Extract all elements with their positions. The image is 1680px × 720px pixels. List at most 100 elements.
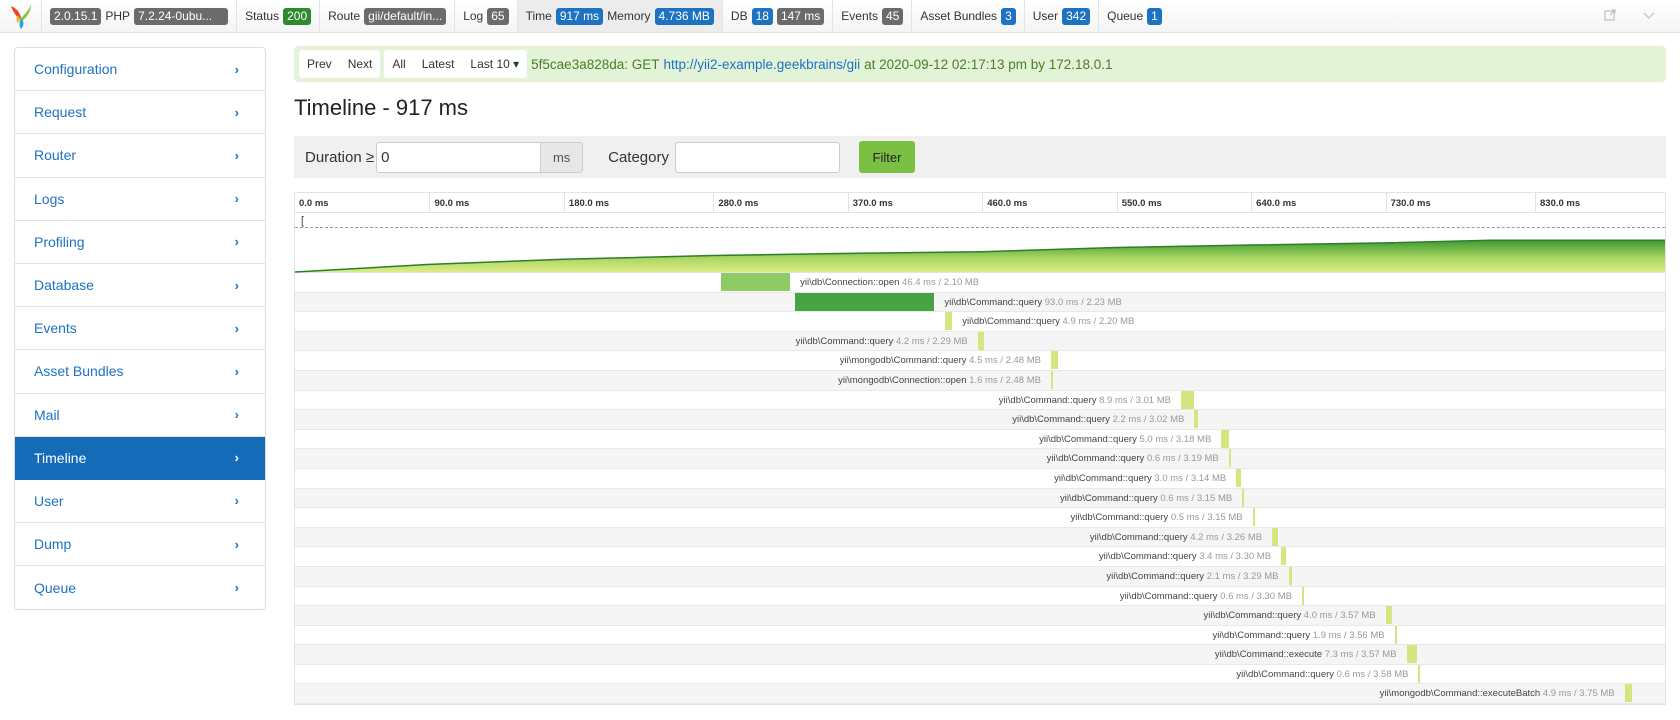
all-button[interactable]: All [384, 50, 413, 78]
sidebar-item-logs[interactable]: Logs › [15, 178, 265, 221]
row-separator: / [1141, 414, 1149, 426]
timeline-bar[interactable] [795, 292, 935, 311]
timeline-bar[interactable] [1301, 586, 1304, 605]
timeline-row[interactable]: yii\db\Command::execute 7.3 ms / 3.57 MB [295, 645, 1665, 665]
timeline-row[interactable]: yii\mongodb\Connection::open 1.6 ms / 2.… [295, 370, 1665, 391]
next-button[interactable]: Next [340, 50, 381, 78]
timeline-row[interactable]: yii\db\Command::query 2.2 ms / 3.02 MB [295, 410, 1665, 430]
timeline-row[interactable]: yii\db\Command::query 5.0 ms / 3.18 MB [295, 429, 1665, 450]
timeline-ruler: 0.0 ms 90.0 ms 180.0 ms 280.0 ms 370.0 ms 460… [295, 193, 1665, 213]
timeline-bar[interactable] [1236, 468, 1241, 487]
sidebar-item-router[interactable]: Router › [15, 134, 265, 178]
toolbar-events[interactable]: Events 45 [833, 0, 913, 32]
row-memory: 2.29 MB [932, 335, 968, 347]
timeline-bar[interactable] [1406, 645, 1418, 664]
toolbar-db[interactable]: DB 18 147 ms [723, 0, 834, 32]
row-duration: 4.9 ms [1062, 316, 1092, 328]
timeline-row[interactable]: yii\db\Command::query 3.0 ms / 3.14 MB [295, 468, 1665, 489]
sidebar-item-profiling[interactable]: Profiling › [15, 221, 265, 264]
timeline-bar[interactable] [1242, 488, 1245, 507]
timeline-bar[interactable] [1252, 508, 1255, 527]
timeline-bar[interactable] [1050, 351, 1058, 370]
timeline-row[interactable]: yii\db\Command::query 2.1 ms / 3.29 MB [295, 566, 1665, 587]
sidebar-item-label: Request [34, 104, 87, 121]
chevron-right-icon: › [234, 536, 239, 552]
timeline-bar[interactable] [1221, 429, 1229, 448]
row-name: yii\db\Command::query [1203, 610, 1302, 622]
collapse-toolbar-icon[interactable] [1642, 9, 1656, 24]
timeline-bar[interactable] [1394, 625, 1398, 644]
sidebar-item-dump[interactable]: Dump › [15, 523, 265, 567]
toolbar-queue[interactable]: Queue 1 [1099, 0, 1170, 32]
sidebar-item-configuration[interactable]: Configuration › [15, 48, 265, 92]
last-10-dropdown[interactable]: Last 10 ▾ [462, 50, 527, 78]
timeline-row[interactable]: yii\db\Command::query 4.2 ms / 2.29 MB [295, 331, 1665, 352]
timeline-bar[interactable] [1624, 684, 1632, 703]
timeline-row[interactable]: yii\db\Command::query 4.9 ms / 2.20 MB [295, 312, 1665, 332]
row-meta: 1.6 ms / 2.48 MB [967, 375, 1041, 386]
duration-unit: ms [541, 141, 584, 173]
row-memory: 2.10 MB [943, 277, 980, 288]
timeline-bar[interactable] [1180, 390, 1195, 409]
timeline-row[interactable]: yii\db\Command::query 8.9 ms / 3.01 MB [295, 390, 1665, 411]
filter-button[interactable]: Filter [858, 141, 915, 173]
timeline-bar[interactable] [1281, 547, 1287, 566]
toolbar-time[interactable]: Time 917 ms Memory 4.736 MB [517, 0, 723, 32]
timeline-row[interactable]: yii\db\Command::query 0.6 ms / 3.15 MB [295, 488, 1665, 509]
sidebar-item-request[interactable]: Request › [15, 91, 265, 135]
timeline-bar[interactable] [1385, 606, 1392, 625]
row-duration: 4.5 ms [969, 355, 998, 367]
sidebar-item-asset-bundles[interactable]: Asset Bundles › [15, 350, 265, 394]
toolbar-route[interactable]: Route gii/default/in... [320, 0, 456, 32]
timeline-row[interactable]: yii\db\Command::query 1.9 ms / 3.56 MB [295, 625, 1665, 646]
timeline-bar[interactable] [944, 312, 953, 331]
row-memory: 2.23 MB [1086, 296, 1122, 308]
prev-button[interactable]: Prev [299, 50, 340, 78]
timeline-row[interactable]: yii\db\Command::query 93.0 ms / 2.23 MB [295, 292, 1665, 313]
timeline-bar[interactable] [1418, 664, 1421, 683]
timeline-bar[interactable] [977, 331, 985, 350]
log-label: Log [463, 9, 484, 23]
sidebar-item-user[interactable]: User › [15, 480, 265, 524]
timeline-row[interactable]: yii\db\Command::query 3.4 ms / 3.30 MB [295, 547, 1665, 567]
toolbar-user[interactable]: User 342 [1025, 0, 1100, 32]
timeline-row[interactable]: yii\db\Command::query 4.2 ms / 3.26 MB [295, 527, 1665, 548]
main-content: Prev Next All Latest Last 10 ▾ 5f5cae3a8… [294, 46, 1666, 706]
row-separator: / [1341, 629, 1350, 641]
timeline-row[interactable]: yii\db\Command::query 0.6 ms / 3.19 MB [295, 449, 1665, 469]
sidebar-item-queue[interactable]: Queue › [15, 566, 265, 609]
ruler-tick: 830.0 ms [1535, 193, 1584, 213]
timeline-row[interactable]: yii\db\Command::query 4.0 ms / 3.57 MB [295, 606, 1665, 626]
latest-button[interactable]: Latest [414, 50, 463, 78]
external-link-icon[interactable] [1604, 8, 1616, 24]
sidebar-item-events[interactable]: Events › [15, 307, 265, 351]
chevron-right-icon: › [234, 61, 239, 77]
timeline-row[interactable]: yii\mongodb\Command::query 4.5 ms / 2.48… [295, 351, 1665, 371]
category-input[interactable] [674, 141, 840, 173]
timeline-row[interactable]: yii\db\Command::query 0.5 ms / 3.15 MB [295, 508, 1665, 528]
timeline-bar[interactable] [1194, 410, 1198, 429]
toolbar-status[interactable]: Status 200 [237, 0, 321, 32]
chevron-right-icon: › [234, 320, 239, 336]
toolbar-asset-bundles[interactable]: Asset Bundles 3 [912, 0, 1025, 32]
timeline-bar[interactable] [1228, 449, 1231, 468]
sidebar-item-label: Queue [34, 579, 77, 596]
timeline-row[interactable]: yii\db\Connection::open 46.4 ms / 2.10 M… [295, 273, 1665, 293]
timeline-bar[interactable] [1272, 527, 1279, 546]
timeline-row[interactable]: yii\mongodb\Command::executeBatch 4.9 ms… [295, 684, 1665, 705]
sidebar-item-mail[interactable]: Mail › [15, 394, 265, 437]
timeline-bar[interactable] [720, 273, 791, 291]
timeline-bar[interactable] [1050, 370, 1054, 389]
sidebar-item-database[interactable]: Database › [15, 264, 265, 308]
route-label: Route [328, 9, 361, 23]
yii-logo[interactable] [0, 0, 42, 32]
sidebar-item-timeline[interactable]: Timeline › [15, 436, 265, 480]
duration-input[interactable] [376, 141, 542, 173]
toolbar-log[interactable]: Log 65 [455, 0, 518, 32]
timeline-row[interactable]: yii\db\Command::query 0.6 ms / 3.58 MB [295, 664, 1665, 685]
timeline-row[interactable]: yii\db\Command::query 0.6 ms / 3.30 MB [295, 586, 1665, 607]
toolbar-config[interactable]: 2.0.15.1 PHP 7.2.24-0ubu... [42, 0, 238, 32]
request-url-link[interactable]: http://yii2-example.geekbrains/gii [664, 57, 861, 72]
memory-area [295, 240, 1665, 272]
timeline-bar[interactable] [1288, 566, 1292, 585]
